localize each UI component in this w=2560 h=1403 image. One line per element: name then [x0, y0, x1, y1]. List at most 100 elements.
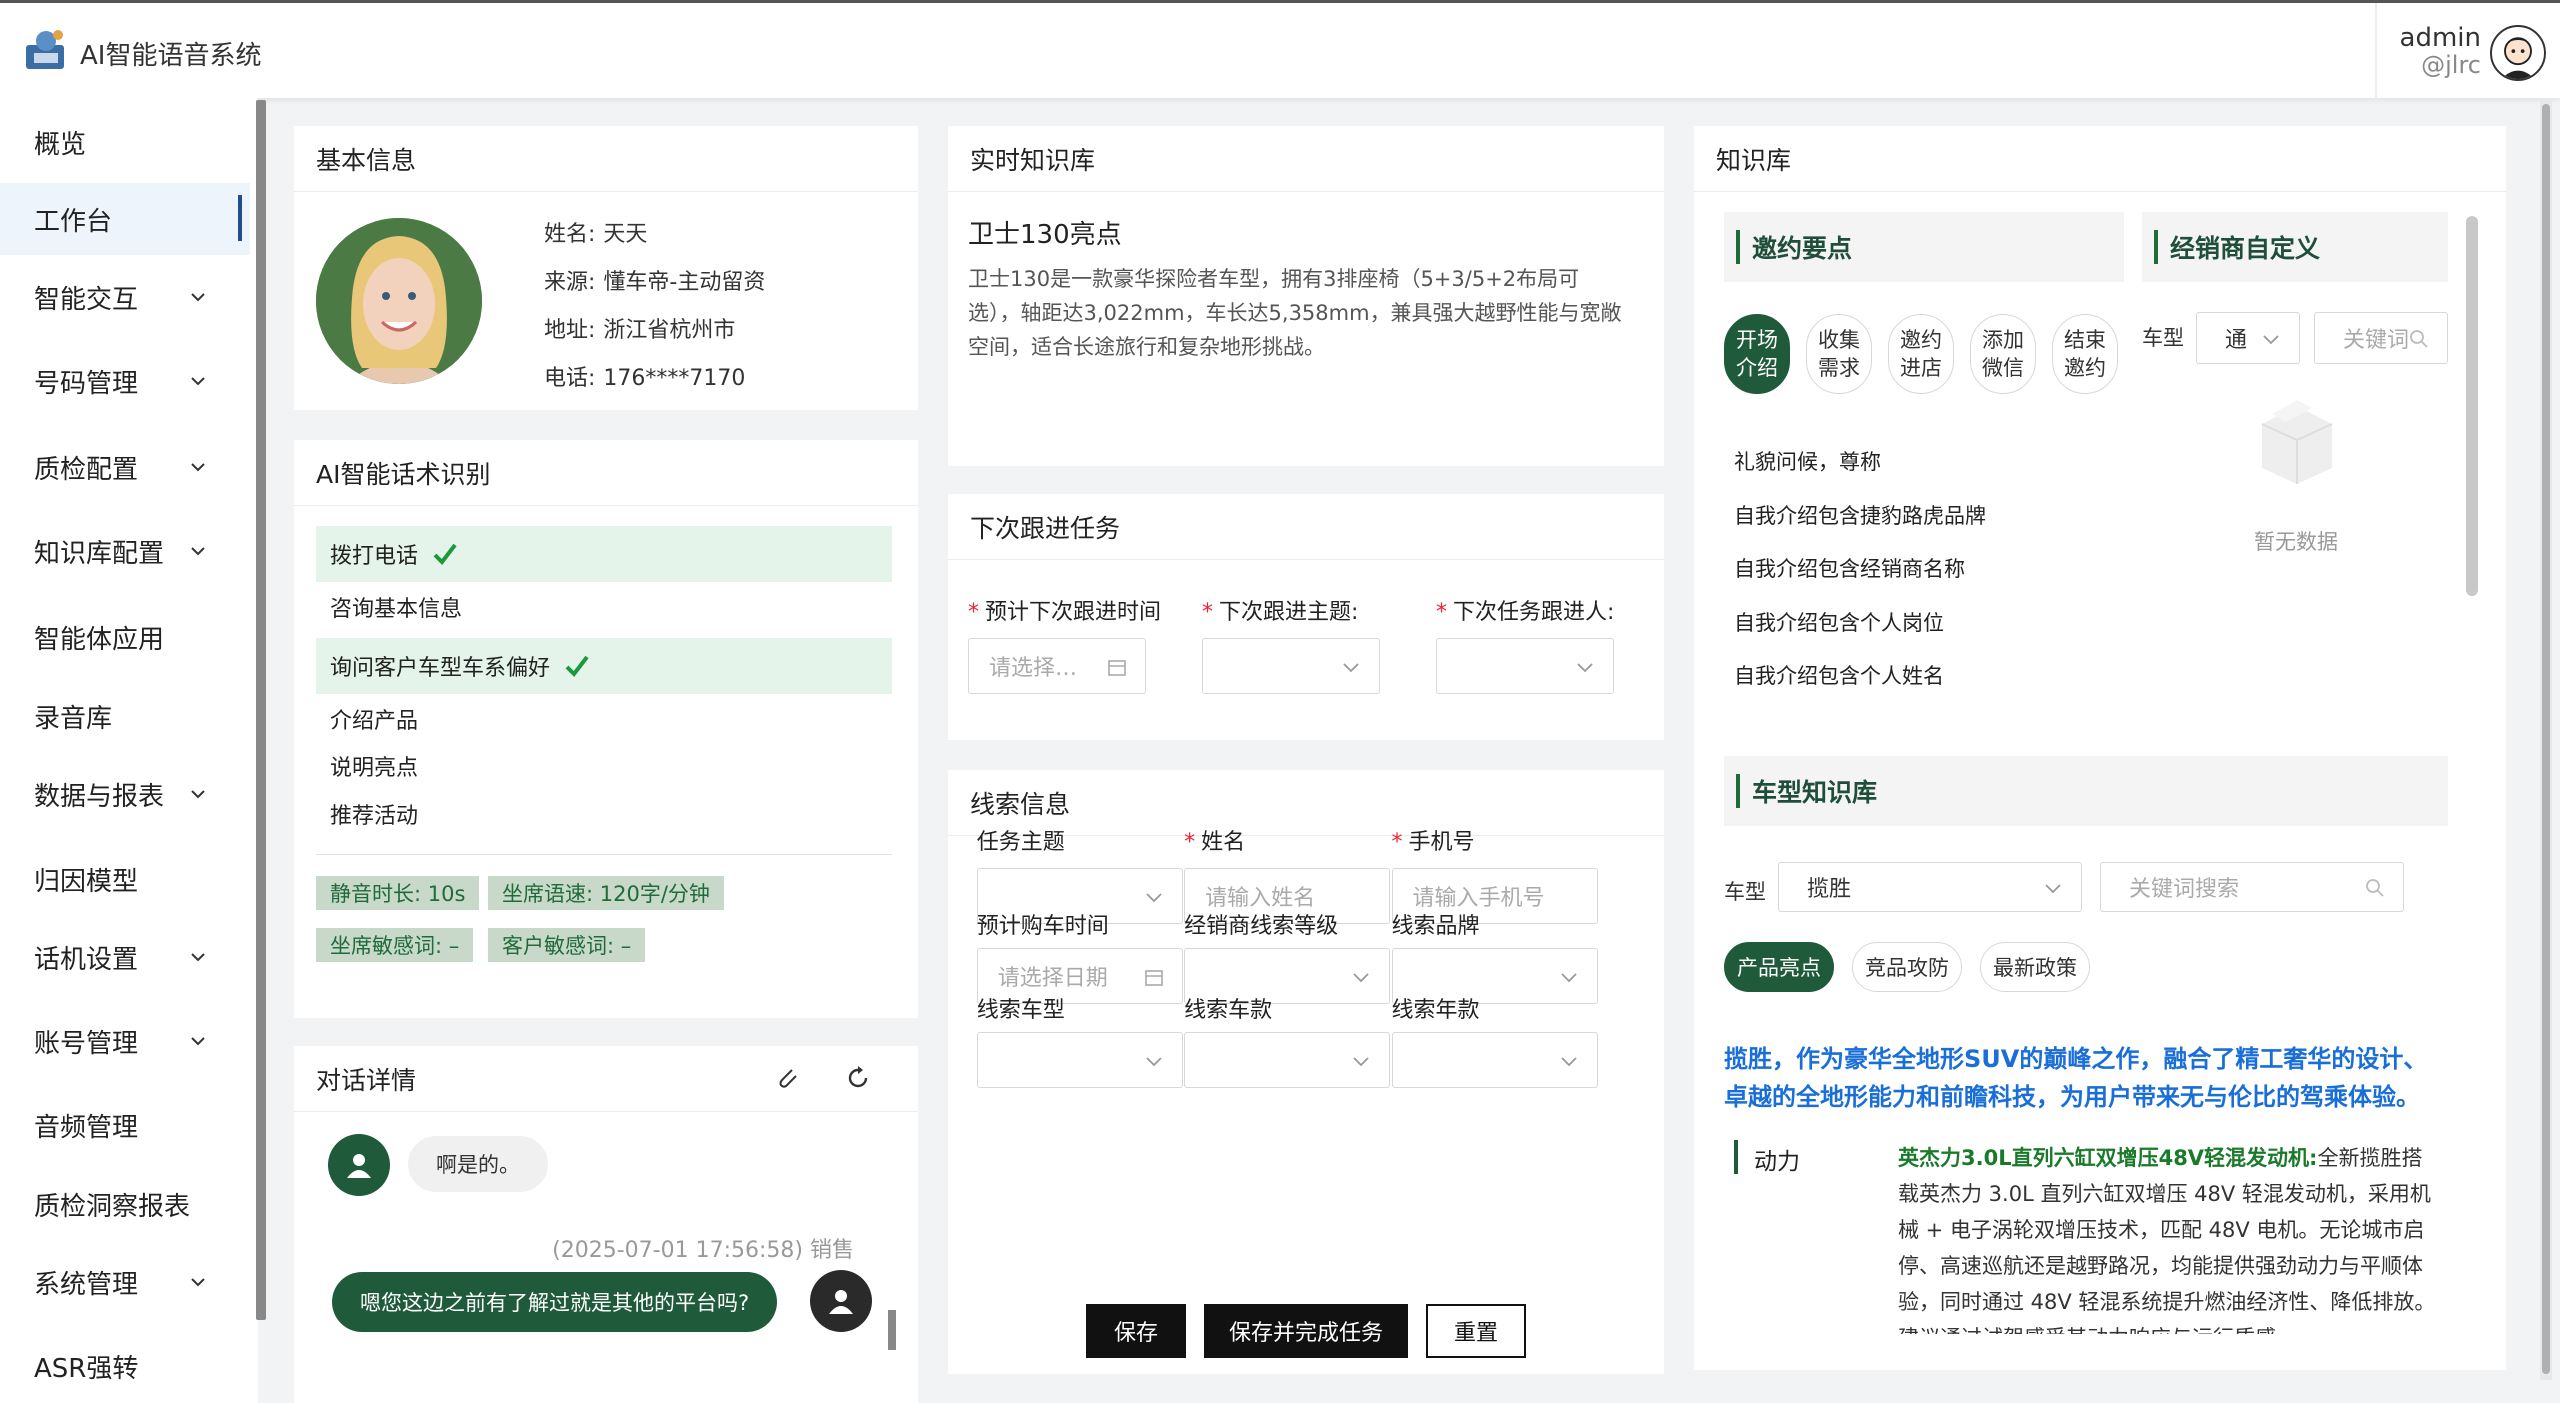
sidebar-item[interactable]: 质检洞察报表 — [0, 1168, 250, 1240]
invite-step-button[interactable]: 收集 需求 — [1806, 314, 1872, 394]
chevron-down-icon — [191, 1278, 205, 1287]
app-title: AI智能语音系统 — [80, 41, 262, 71]
ai-step-label: 拨打电话 — [330, 544, 419, 569]
sidebar-item[interactable]: 账号管理 — [0, 1005, 250, 1077]
sidebar-item-label: 录音库 — [34, 703, 113, 734]
chevron-down-icon — [191, 293, 205, 302]
sidebar-item[interactable]: 录音库 — [0, 680, 250, 752]
sidebar-item-label: 话机设置 — [34, 944, 139, 975]
lead-field-label: 预计购车时间 — [976, 914, 1109, 939]
ai-recognition-title: AI智能话术识别 — [294, 440, 918, 506]
refresh-icon[interactable] — [844, 1064, 872, 1092]
sidebar-item[interactable]: 智能体应用 — [0, 601, 250, 673]
empty-box-icon — [2261, 400, 2333, 484]
customer-message: 啊是的。 — [408, 1136, 548, 1192]
dealer-car-select[interactable]: 通 — [2196, 312, 2300, 364]
sidebar-item-label: 系统管理 — [34, 1269, 139, 1300]
sidebar-item[interactable]: 智能交互 — [0, 261, 250, 333]
kb-body: 卫士130是一款豪华探险者车型，拥有3排座椅（5+3/5+2布局可选），轴距达3… — [968, 267, 1622, 359]
info-address-row: 地址: 浙江省杭州市 — [544, 318, 736, 343]
lead-field-label: * 手机号 — [1391, 830, 1475, 855]
next-time-label: * 预计下次跟进时间 — [968, 600, 1162, 625]
ai-step: 拨打电话 — [316, 526, 892, 582]
ai-step: 介绍产品 — [316, 697, 892, 741]
sidebar-item[interactable]: ASR强转 — [0, 1330, 250, 1402]
sidebar-scrollbar[interactable] — [256, 100, 266, 1320]
top-header: AI智能语音系统 admin @jlrc — [0, 0, 2560, 101]
user-name[interactable]: admin — [2400, 23, 2481, 53]
next-owner-select[interactable] — [1436, 638, 1614, 694]
customer-sensitive-tag: 客户敏感词: – — [488, 928, 646, 962]
invite-points-head: 邀约要点 — [1724, 212, 2124, 282]
chevron-down-icon — [1577, 663, 1593, 673]
chevron-down-icon — [1353, 973, 1369, 983]
lead-field-label: 任务主题 — [976, 830, 1065, 855]
ai-step: 咨询基本信息 — [316, 585, 892, 629]
kb-heading: 卫士130亮点 — [968, 220, 1122, 250]
reset-button[interactable]: 重置 — [1426, 1304, 1526, 1358]
highlight-text: 揽胜，作为豪华全地形SUV的巅峰之作，融合了精工奢华的设计、卓越的全地形能力和前… — [1724, 1045, 2428, 1111]
chevron-down-icon — [1560, 1057, 1577, 1067]
lead-field-input[interactable] — [1184, 1032, 1391, 1088]
realtime-kb-panel: 实时知识库 卫士130亮点 卫士130是一款豪华探险者车型，拥有3排座椅（5+3… — [948, 126, 1664, 466]
feature-label: 动力 — [1754, 1149, 1800, 1175]
sidebar-item[interactable]: 质检配置 — [0, 431, 250, 503]
ai-step-label: 说明亮点 — [330, 756, 419, 781]
chat-scrollbar[interactable] — [888, 1310, 896, 1350]
lead-field-input[interactable] — [976, 1032, 1183, 1088]
sidebar-item-label: 音频管理 — [34, 1112, 139, 1143]
agent-chat-avatar — [810, 1270, 872, 1332]
knowledge-title: 知识库 — [1694, 126, 2506, 192]
agent-message: 嗯您这边之前有了解过就是其他的平台吗? — [332, 1272, 778, 1332]
dealer-search-input[interactable]: 关键词 — [2314, 312, 2448, 364]
silence-tag: 静音时长: 10s — [316, 876, 480, 910]
invite-step-button[interactable]: 邀约 进店 — [1888, 314, 1954, 394]
next-time-picker[interactable]: 请选择… — [968, 638, 1146, 694]
realtime-kb-title: 实时知识库 — [948, 126, 1664, 192]
sidebar-item-label: 数据与报表 — [34, 781, 165, 812]
user-handle: @jlrc — [2421, 51, 2481, 79]
chevron-down-icon — [2045, 884, 2061, 894]
lead-field-input[interactable] — [1391, 1032, 1598, 1088]
info-name-row: 姓名: 天天 — [544, 222, 648, 247]
invite-step-button[interactable]: 结束 邀约 — [2052, 314, 2118, 394]
message-meta: (2025-07-01 17:56:58) 销售 — [552, 1238, 854, 1263]
info-phone-row: 电话: 176****7170 — [544, 366, 746, 391]
customer-avatar — [316, 218, 482, 384]
sidebar-item-label: 智能体应用 — [34, 624, 165, 655]
chat-title: 对话详情 — [294, 1046, 918, 1112]
header-divider — [2375, 3, 2377, 101]
sidebar-item[interactable]: 工作台 — [0, 183, 250, 255]
attachment-icon[interactable] — [774, 1064, 802, 1092]
sidebar-item[interactable]: 数据与报表 — [0, 758, 250, 830]
save-complete-button[interactable]: 保存并完成任务 — [1204, 1304, 1408, 1358]
sidebar-item[interactable]: 知识库配置 — [0, 515, 250, 587]
page-scrollbar[interactable] — [2542, 104, 2550, 1374]
sidebar-item-label: ASR强转 — [34, 1353, 139, 1384]
next-topic-select[interactable] — [1202, 638, 1380, 694]
model-car-select[interactable]: 揽胜 — [1778, 862, 2082, 912]
model-search-input[interactable]: 关键词搜索 — [2100, 862, 2404, 912]
tab-competitor[interactable]: 竞品攻防 — [1852, 942, 1962, 992]
invite-step-button[interactable]: 添加 微信 — [1970, 314, 2036, 394]
sidebar-item[interactable]: 概览 — [0, 106, 250, 178]
invite-point: 自我介绍包含经销商名称 — [1734, 557, 1965, 581]
model-knowledge-head: 车型知识库 — [1724, 756, 2448, 826]
sidebar-item[interactable]: 归因模型 — [0, 843, 250, 915]
sidebar-item-label: 质检洞察报表 — [34, 1191, 191, 1222]
user-avatar[interactable] — [2490, 25, 2546, 81]
sidebar-item[interactable]: 话机设置 — [0, 921, 250, 993]
save-button[interactable]: 保存 — [1086, 1304, 1186, 1358]
sidebar-item[interactable]: 系统管理 — [0, 1246, 250, 1318]
sidebar-item[interactable]: 音频管理 — [0, 1089, 250, 1161]
sidebar-item[interactable]: 号码管理 — [0, 345, 250, 417]
knowledge-scrollbar[interactable] — [2466, 216, 2478, 596]
tab-product-highlights[interactable]: 产品亮点 — [1724, 942, 1834, 992]
tab-latest-policy[interactable]: 最新政策 — [1980, 942, 2090, 992]
invite-step-button[interactable]: 开场 介绍 — [1724, 314, 1790, 394]
invite-point: 自我介绍包含捷豹路虎品牌 — [1734, 503, 1986, 528]
ai-step-label: 咨询基本信息 — [330, 597, 463, 622]
invite-point: 礼貌问候，尊称 — [1734, 450, 1881, 474]
next-task-panel: 下次跟进任务 * 预计下次跟进时间 * 下次跟进主题: * 下次任务跟进人: 请选择… — [948, 494, 1664, 740]
chevron-down-icon — [191, 790, 205, 799]
